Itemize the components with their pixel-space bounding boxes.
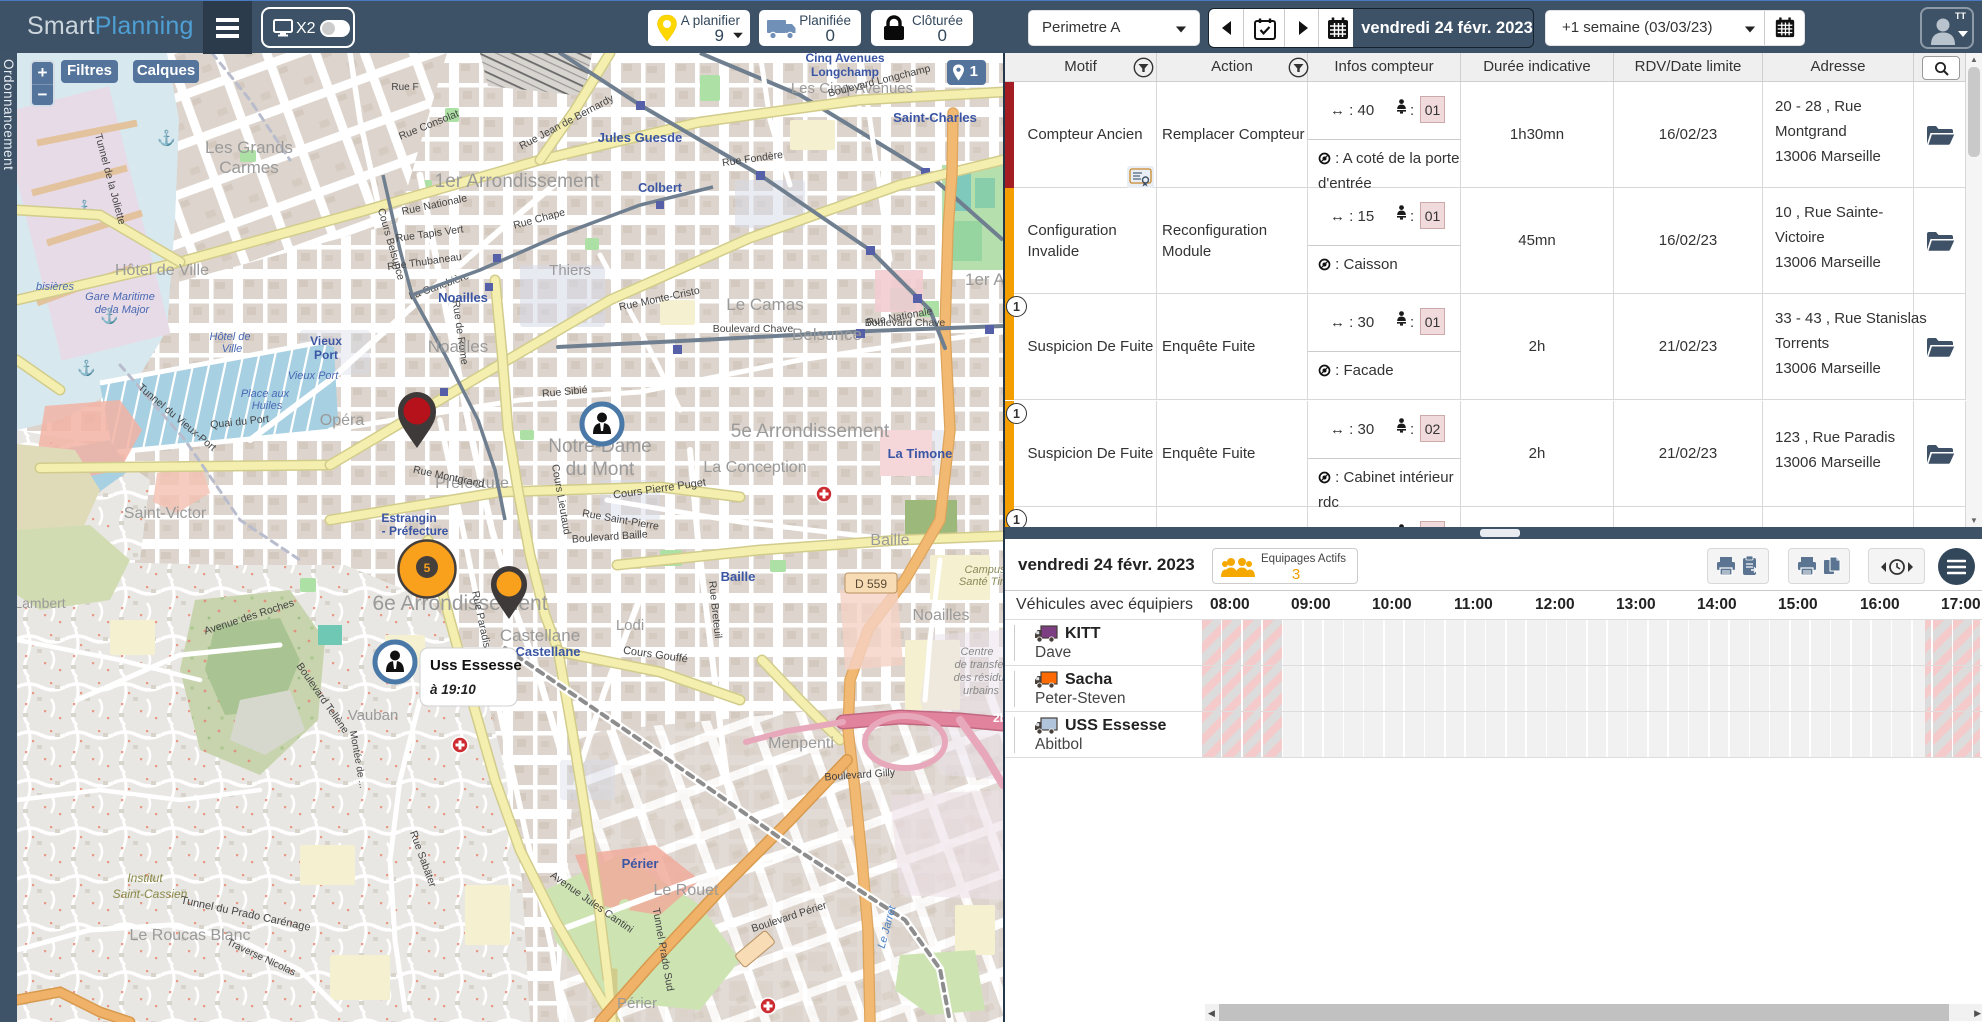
svg-text:Baille: Baille [870,532,909,549]
svg-text:Hôtel de: Hôtel de [210,331,251,343]
svg-text:Vauban: Vauban [348,707,399,724]
svg-text:Jules Guesde: Jules Guesde [598,130,683,145]
svg-text:1er Arrondissement: 1er Arrondissement [435,171,600,192]
svg-text:Noailles: Noailles [913,607,970,624]
svg-text:Vieux: Vieux [310,334,342,348]
svg-text:Ville: Ville [222,343,243,355]
svg-text:Les Grands: Les Grands [205,138,293,157]
svg-text:Huiles: Huiles [252,400,283,412]
svg-text:Saint-Cassien: Saint-Cassien [113,887,188,901]
svg-text:Campus: Campus [965,564,1003,576]
svg-text:Thiers: Thiers [549,262,591,279]
svg-text:Rue F: Rue F [391,82,418,93]
svg-text:du Mont: du Mont [566,459,635,480]
svg-text:2b: 2b [993,711,1003,725]
svg-text:Hôtel de Ville: Hôtel de Ville [115,262,209,279]
svg-text:Uss Essesse: Uss Essesse [430,657,522,674]
svg-text:à 19:10: à 19:10 [430,682,476,697]
svg-text:⚓: ⚓ [77,359,96,377]
svg-text:Saint-Victor: Saint-Victor [124,505,207,522]
svg-text:Gare Maritime: Gare Maritime [85,291,155,303]
svg-text:Le Rouet: Le Rouet [654,882,719,899]
svg-text:bisières: bisières [36,281,74,293]
svg-text:Opéra: Opéra [320,412,365,429]
svg-text:Castellane: Castellane [515,644,580,659]
svg-text:Noailles: Noailles [438,290,488,305]
svg-text:Menpenti: Menpenti [768,735,834,752]
svg-text:La Timone: La Timone [888,446,953,461]
svg-text:5e Arrondissement: 5e Arrondissement [731,421,890,442]
svg-text:Cinq Avenues: Cinq Avenues [805,53,884,65]
svg-text:de la Major: de la Major [95,304,151,316]
svg-text:urbains: urbains [963,685,1000,697]
svg-text:Port: Port [314,348,338,362]
svg-text:Belsunce: Belsunce [792,325,862,344]
svg-text:- Préfecture: - Préfecture [382,524,449,538]
svg-text:⚓: ⚓ [157,129,176,147]
svg-text:Boulevard Chave: Boulevard Chave [713,323,794,335]
svg-text:Boulevard Chave: Boulevard Chave [865,317,946,329]
svg-text:D 559: D 559 [855,577,887,591]
svg-text:des résidu: des résidu [954,672,1003,684]
svg-text:Castellane: Castellane [500,626,580,645]
svg-text:1er Arro: 1er Arro [965,270,1003,289]
svg-text:La Conception: La Conception [703,459,806,476]
svg-text:Noailles: Noailles [428,337,488,356]
svg-text:Saint-Charles: Saint-Charles [893,110,977,125]
svg-text:Le Camas: Le Camas [726,295,803,314]
svg-text:Périer: Périer [617,995,657,1012]
svg-text:Centre: Centre [960,646,993,658]
svg-text:Institut: Institut [127,871,163,885]
svg-text:Santé Timo: Santé Timo [959,576,1003,588]
svg-text:Baille: Baille [721,569,756,584]
svg-text:5: 5 [424,561,431,575]
svg-text:Lodi: Lodi [616,617,644,634]
svg-text:Place aux: Place aux [241,388,290,400]
svg-text:de transfe: de transfe [955,659,1003,671]
svg-text:Estrangin: Estrangin [381,511,436,525]
svg-text:Colbert: Colbert [638,181,683,195]
svg-text:Vieux Port: Vieux Port [288,370,339,382]
svg-text:Carmes: Carmes [219,158,279,177]
svg-text:Périer: Périer [622,856,659,871]
svg-text:Lambert: Lambert [17,595,66,611]
